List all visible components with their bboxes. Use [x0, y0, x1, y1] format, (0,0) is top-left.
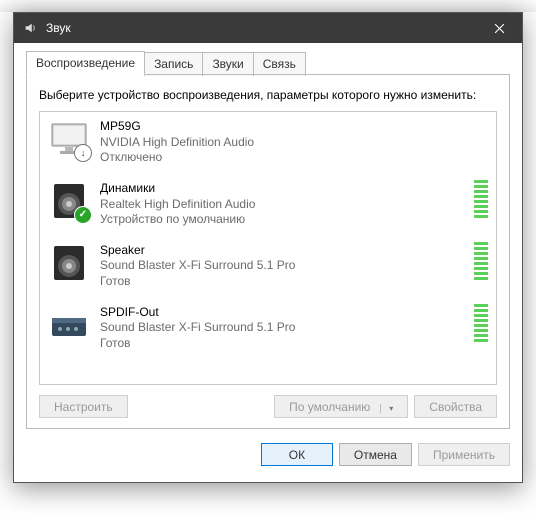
cancel-button[interactable]: Отмена — [339, 443, 412, 466]
device-status: Отключено — [100, 150, 488, 166]
panel-button-row: Настроить По умолчанию Свойства — [39, 395, 497, 418]
speaker-icon — [48, 242, 90, 284]
tab-sounds[interactable]: Звуки — [202, 52, 253, 76]
tab-strip: Воспроизведение Запись Звуки Связь — [26, 51, 510, 75]
spdif-box-icon — [48, 304, 90, 346]
sound-dialog: Звук Воспроизведение Запись Звуки Связь … — [13, 12, 523, 483]
monitor-icon: ↓ — [48, 118, 90, 160]
default-badge-icon: ✓ — [74, 206, 92, 224]
device-name: Динамики — [100, 181, 468, 197]
tab-recording[interactable]: Запись — [144, 52, 203, 76]
device-status: Готов — [100, 336, 468, 352]
tab-panel: Выберите устройство воспроизведения, пар… — [26, 74, 510, 429]
device-name: SPDIF-Out — [100, 305, 468, 321]
device-name: MP59G — [100, 119, 488, 135]
device-row[interactable]: Speaker Sound Blaster X-Fi Surround 5.1 … — [40, 236, 496, 298]
device-status: Готов — [100, 274, 468, 290]
tab-communications[interactable]: Связь — [253, 52, 306, 76]
device-info: MP59G NVIDIA High Definition Audio Отклю… — [100, 118, 488, 166]
titlebar[interactable]: Звук — [14, 13, 522, 43]
device-status: Устройство по умолчанию — [100, 212, 468, 228]
content-area: Воспроизведение Запись Звуки Связь Выбер… — [14, 43, 522, 482]
properties-button[interactable]: Свойства — [414, 395, 497, 418]
configure-button[interactable]: Настроить — [39, 395, 128, 418]
device-desc: Sound Blaster X-Fi Surround 5.1 Pro — [100, 258, 468, 274]
ok-button[interactable]: ОК — [261, 443, 333, 466]
device-list[interactable]: ↓ MP59G NVIDIA High Definition Audio Отк… — [39, 111, 497, 385]
device-info: Speaker Sound Blaster X-Fi Surround 5.1 … — [100, 242, 468, 290]
level-meter — [474, 180, 488, 218]
apply-button[interactable]: Применить — [418, 443, 510, 466]
device-info: Динамики Realtek High Definition Audio У… — [100, 180, 468, 228]
set-default-button[interactable]: По умолчанию — [274, 395, 408, 418]
device-info: SPDIF-Out Sound Blaster X-Fi Surround 5.… — [100, 304, 468, 352]
device-name: Speaker — [100, 243, 468, 259]
instruction-text: Выберите устройство воспроизведения, пар… — [39, 87, 497, 103]
device-desc: NVIDIA High Definition Audio — [100, 135, 488, 151]
tab-playback[interactable]: Воспроизведение — [26, 51, 145, 75]
device-row[interactable]: ✓ Динамики Realtek High Definition Audio… — [40, 174, 496, 236]
dialog-footer: ОК Отмена Применить — [26, 443, 510, 470]
device-desc: Sound Blaster X-Fi Surround 5.1 Pro — [100, 320, 468, 336]
device-row[interactable]: SPDIF-Out Sound Blaster X-Fi Surround 5.… — [40, 298, 496, 360]
level-meter — [474, 242, 488, 280]
window-title: Звук — [46, 21, 477, 35]
level-meter — [474, 304, 488, 342]
device-desc: Realtek High Definition Audio — [100, 197, 468, 213]
device-row[interactable]: ↓ MP59G NVIDIA High Definition Audio Отк… — [40, 112, 496, 174]
close-button[interactable] — [477, 13, 522, 43]
speaker-icon: ✓ — [48, 180, 90, 222]
app-icon — [22, 20, 38, 36]
